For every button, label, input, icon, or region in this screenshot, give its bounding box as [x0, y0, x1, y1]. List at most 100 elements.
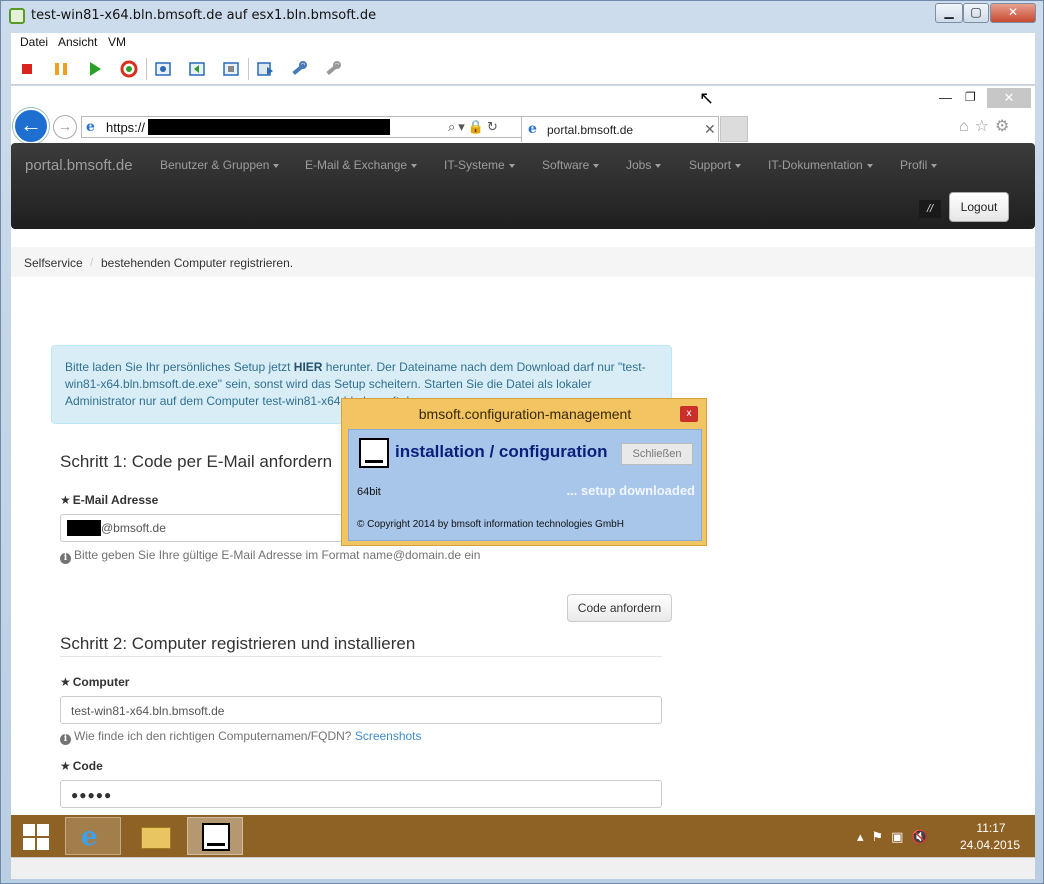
caret-down-icon [593, 163, 600, 168]
nav-label: Support [689, 158, 732, 172]
browser-restore-button[interactable]: ❐ [965, 90, 976, 104]
code-label-text: Code [72, 759, 103, 773]
tab-close-icon[interactable]: ✕ [704, 121, 716, 138]
nav-slash-badge: // [919, 200, 941, 218]
nav-software[interactable]: Software [542, 158, 600, 172]
breadcrumb-selfservice[interactable]: Selfservice [24, 256, 83, 270]
required-star-icon: ★ [60, 759, 71, 773]
toolbar-separator [248, 58, 249, 80]
ie-page-icon: e [86, 119, 95, 135]
menu-datei[interactable]: Datei [20, 35, 48, 49]
nav-label: E-Mail & Exchange [305, 158, 408, 172]
taskbar: e ▴⚑▣🔇 11:17 24.04.2015 [11, 815, 1035, 857]
nav-label: Benutzer & Gruppen [160, 158, 270, 172]
dialog-architecture: 64bit [357, 486, 381, 498]
reset-icon[interactable] [119, 59, 139, 79]
email-help: i Bitte geben Sie Ihre gültige E-Mail Adr… [60, 548, 480, 564]
email-label: ★ E-Mail Adresse [60, 493, 158, 507]
tab-title: portal.bmsoft.de [547, 123, 634, 137]
navbar: portal.bmsoft.de Benutzer & Gruppen E-Ma… [11, 143, 1035, 229]
computer-field[interactable]: test-win81-x64.bln.bmsoft.de [60, 696, 662, 724]
folder-icon [141, 827, 171, 849]
monitor-icon [359, 438, 389, 468]
address-bar[interactable]: e https:// ⌕▾🔒↻ [81, 116, 525, 138]
breadcrumb: Selfservice / bestehenden Computer regis… [11, 247, 1035, 277]
toolbar-separator [146, 58, 147, 80]
nav-email-exchange[interactable]: E-Mail & Exchange [305, 158, 418, 172]
code-anfordern-button[interactable]: Code anfordern [567, 594, 672, 622]
settings-wrench-icon[interactable] [289, 59, 309, 79]
browser-close-button[interactable]: ✕ [987, 88, 1031, 108]
nav-benutzer-gruppen[interactable]: Benutzer & Gruppen [160, 158, 280, 172]
email-value: @bmsoft.de [101, 521, 166, 535]
nav-support[interactable]: Support [689, 158, 742, 172]
alert-text-start: Bitte laden Sie Ihr persönliches Setup j… [65, 360, 294, 374]
taskbar-file-explorer[interactable] [126, 817, 182, 855]
breadcrumb-separator: / [90, 255, 94, 269]
back-arrow-icon[interactable]: ← [13, 108, 49, 144]
console-icon[interactable] [255, 59, 275, 79]
windows-start-icon[interactable] [23, 824, 49, 850]
new-tab-button[interactable] [720, 116, 748, 142]
nav-brand[interactable]: portal.bmsoft.de [25, 157, 133, 174]
caret-down-icon [931, 163, 938, 168]
logout-button[interactable]: Logout [949, 192, 1009, 222]
stop-icon[interactable] [17, 59, 37, 79]
revert-snapshot-icon[interactable] [187, 59, 207, 79]
nav-profil[interactable]: Profil [900, 158, 938, 172]
nav-it-systeme[interactable]: IT-Systeme [444, 158, 515, 172]
menu-ansicht[interactable]: Ansicht [58, 35, 97, 49]
snapshot-icon[interactable] [153, 59, 173, 79]
nav-label: Jobs [626, 158, 652, 172]
menu-vm[interactable]: VM [108, 35, 126, 49]
address-redacted [148, 119, 390, 135]
email-label-text: E-Mail Adresse [72, 493, 159, 507]
email-help-text: Bitte geben Sie Ihre gültige E-Mail Adre… [74, 548, 481, 562]
dialog-body: installation / configuration Schließen 6… [348, 429, 702, 541]
monitor-icon [202, 823, 230, 851]
computer-label-text: Computer [72, 675, 130, 689]
address-url: https:// [106, 120, 146, 135]
play-icon[interactable] [85, 59, 105, 79]
nav-label: Profil [900, 158, 928, 172]
caret-down-icon [273, 163, 280, 168]
nav-it-dokumentation[interactable]: IT-Dokumentation [768, 158, 873, 172]
snapshot-manager-icon[interactable] [221, 59, 241, 79]
tools-disabled-icon[interactable] [323, 59, 343, 79]
vm-app-icon [9, 8, 25, 24]
pause-icon[interactable] [51, 59, 71, 79]
browser-tab[interactable]: e portal.bmsoft.de ✕ [521, 116, 719, 142]
browser-minimize-button[interactable]: — [939, 90, 952, 105]
code-field[interactable]: ●●●●● [60, 780, 662, 808]
computer-label: ★ Computer [60, 675, 129, 689]
mouse-cursor-icon: ↖ [699, 88, 715, 108]
forward-arrow-icon[interactable]: → [53, 115, 77, 139]
home-favorites-settings-icons[interactable]: ⌂☆⚙ [959, 116, 1015, 136]
breadcrumb-current: bestehenden Computer registrieren. [101, 256, 294, 270]
dialog-heading: installation / configuration [395, 442, 608, 461]
dialog-close-button[interactable]: x [680, 406, 698, 422]
vm-minimize-button[interactable]: ▁ [935, 3, 963, 23]
schliessen-button[interactable]: Schließen [621, 443, 693, 465]
clock-date[interactable]: 24.04.2015 [955, 838, 1025, 852]
vm-close-button[interactable]: ✕ [990, 3, 1036, 23]
internet-explorer-icon: e [81, 822, 98, 852]
taskbar-internet-explorer[interactable]: e [65, 817, 121, 855]
caret-down-icon [655, 163, 662, 168]
clock-time[interactable]: 11:17 [971, 821, 1011, 835]
taskbar-config-app[interactable] [187, 817, 243, 855]
caret-down-icon [508, 163, 515, 168]
vm-maximize-button[interactable]: ▢ [963, 3, 989, 23]
download-link[interactable]: HIER [294, 360, 323, 374]
vm-statusbar [11, 857, 1035, 879]
required-star-icon: ★ [60, 675, 71, 689]
ie-tab-icon: e [528, 121, 537, 137]
info-icon: i [60, 553, 71, 564]
browser-chrome: ↖ — ❐ ✕ ← → e https:// ⌕▾🔒↻ e portal.bms… [11, 86, 1035, 144]
email-redacted [67, 520, 101, 536]
computer-help-text: Wie finde ich den richtigen Computername… [74, 729, 352, 743]
screenshots-link[interactable]: Screenshots [355, 729, 422, 743]
address-tools-icons[interactable]: ⌕▾🔒↻ [448, 119, 501, 135]
system-tray-icons[interactable]: ▴⚑▣🔇 [857, 829, 936, 845]
nav-jobs[interactable]: Jobs [626, 158, 662, 172]
